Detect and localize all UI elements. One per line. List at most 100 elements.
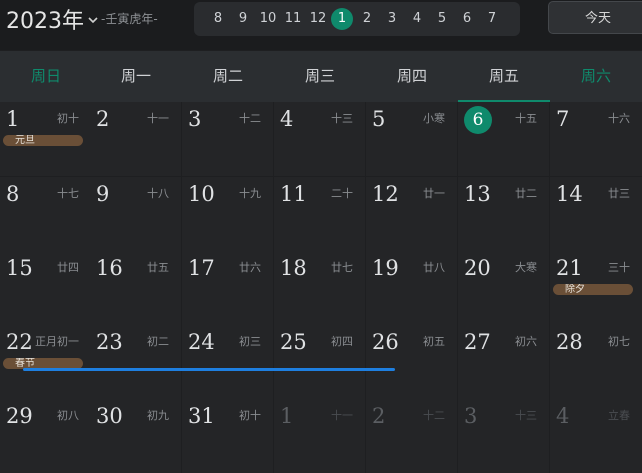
month-7[interactable]: 7 [481, 8, 503, 30]
month-8[interactable]: 8 [207, 8, 229, 30]
month-12[interactable]: 12 [307, 8, 329, 30]
day-number: 16 [96, 256, 123, 280]
day-number: 9 [96, 182, 110, 206]
weekday-3: 周三 [304, 67, 335, 85]
day-cell[interactable]: 8 十七 [0, 177, 91, 251]
day-number: 19 [372, 256, 399, 280]
day-number: 22 [6, 330, 33, 354]
day-cell[interactable]: 6 十五 [458, 102, 549, 176]
lunar-date: 廿一 [423, 187, 445, 200]
day-cell[interactable]: 9 十八 [90, 177, 181, 251]
month-strip: 8 9 10 11 12 1 2 3 4 5 6 7 [194, 2, 520, 36]
day-cell[interactable]: 28 初七 [550, 325, 642, 399]
lunar-date: 初七 [608, 335, 630, 348]
month-9[interactable]: 9 [232, 8, 254, 30]
day-cell[interactable]: 24 初三 [182, 325, 273, 399]
day-cell[interactable]: 31 初十 [182, 399, 273, 473]
day-cell[interactable]: 3 十三 [458, 399, 549, 473]
weekday-6: 周六 [580, 67, 611, 85]
lunar-date: 廿六 [239, 261, 261, 274]
day-cell[interactable]: 30 初九 [90, 399, 181, 473]
day-cell[interactable]: 26 初五 [366, 325, 457, 399]
day-cell[interactable]: 4 立春 [550, 399, 642, 473]
day-number: 4 [280, 107, 294, 131]
month-4[interactable]: 4 [406, 8, 428, 30]
day-cell[interactable]: 7 十六 [550, 102, 642, 176]
lunar-date: 十一 [331, 409, 353, 422]
lunar-date: 廿八 [423, 261, 445, 274]
day-cell[interactable]: 17 廿六 [182, 251, 273, 325]
month-11[interactable]: 11 [282, 8, 304, 30]
day-number: 14 [556, 182, 583, 206]
day-cell[interactable]: 20 大寒 [458, 251, 549, 325]
day-cell[interactable]: 1 十一 [274, 399, 365, 473]
weekday-4: 周四 [396, 67, 427, 85]
holiday-event[interactable]: 元旦 [3, 135, 83, 146]
day-cell[interactable]: 15 廿四 [0, 251, 91, 325]
month-2[interactable]: 2 [356, 8, 378, 30]
day-cell[interactable]: 18 廿七 [274, 251, 365, 325]
month-1[interactable]: 1 [331, 8, 353, 30]
day-cell[interactable]: 12 廿一 [366, 177, 457, 251]
day-cell[interactable]: 14 廿三 [550, 177, 642, 251]
day-cell[interactable]: 22 正月初一 春节 [0, 325, 91, 399]
day-number: 2 [96, 107, 110, 131]
day-cell[interactable]: 23 初二 [90, 325, 181, 399]
month-5[interactable]: 5 [431, 8, 453, 30]
lunar-date: 初二 [147, 335, 169, 348]
lunar-date: 正月初一 [35, 335, 79, 348]
day-number: 8 [6, 182, 20, 206]
lunar-date: 十七 [57, 187, 79, 200]
day-cell[interactable]: 25 初四 [274, 325, 365, 399]
calendar-header: 2023年 -壬寅虎年- 8 9 10 11 12 1 2 3 4 5 6 7 今天 [0, 0, 642, 50]
day-cell[interactable]: 10 十九 [182, 177, 273, 251]
lunar-date: 廿五 [147, 261, 169, 274]
weekday-0: 周日 [30, 67, 61, 85]
day-number: 13 [464, 182, 491, 206]
lunar-date: 三十 [608, 261, 630, 274]
weekday-5: 周五 [458, 51, 550, 102]
day-cell[interactable]: 27 初六 [458, 325, 549, 399]
day-number: 25 [280, 330, 307, 354]
day-cell[interactable]: 3 十二 [182, 102, 273, 176]
today-marker: 6 [464, 106, 492, 134]
day-cell[interactable]: 19 廿八 [366, 251, 457, 325]
lunar-date: 十三 [331, 112, 353, 125]
day-number: 24 [188, 330, 215, 354]
lunar-date: 十三 [515, 409, 537, 422]
day-number: 18 [280, 256, 307, 280]
day-cell[interactable]: 4 十三 [274, 102, 365, 176]
day-cell[interactable]: 29 初八 [0, 399, 91, 473]
day-number: 1 [280, 404, 294, 428]
day-cell[interactable]: 5 小寒 [366, 102, 457, 176]
day-cell[interactable]: 13 廿二 [458, 177, 549, 251]
lunar-date: 十六 [608, 112, 630, 125]
year-selector[interactable]: 2023年 [6, 4, 99, 34]
day-number: 7 [556, 107, 570, 131]
day-cell[interactable]: 21 三十 除夕 [550, 251, 642, 325]
day-number: 27 [464, 330, 491, 354]
day-number: 15 [6, 256, 33, 280]
month-6[interactable]: 6 [456, 8, 478, 30]
today-button[interactable]: 今天 [548, 1, 642, 34]
day-cell[interactable]: 1 初十 元旦 [0, 102, 91, 176]
day-number: 5 [372, 107, 386, 131]
day-cell[interactable]: 2 十一 [90, 102, 181, 176]
lunar-date: 初九 [147, 409, 169, 422]
lunar-date: 十五 [515, 112, 537, 125]
lunar-date: 小寒 [423, 112, 445, 125]
day-number: 28 [556, 330, 583, 354]
day-cell[interactable]: 16 廿五 [90, 251, 181, 325]
day-number: 3 [188, 107, 202, 131]
month-3[interactable]: 3 [381, 8, 403, 30]
ganzhi-year-label: -壬寅虎年- [101, 12, 158, 26]
lunar-date: 十二 [423, 409, 445, 422]
day-number: 11 [280, 182, 307, 206]
month-10[interactable]: 10 [257, 8, 279, 30]
selection-indicator [23, 368, 395, 371]
holiday-event[interactable]: 除夕 [553, 284, 633, 295]
day-number: 26 [372, 330, 399, 354]
day-cell[interactable]: 11 二十 [274, 177, 365, 251]
day-cell[interactable]: 2 十二 [366, 399, 457, 473]
day-number: 20 [464, 256, 491, 280]
